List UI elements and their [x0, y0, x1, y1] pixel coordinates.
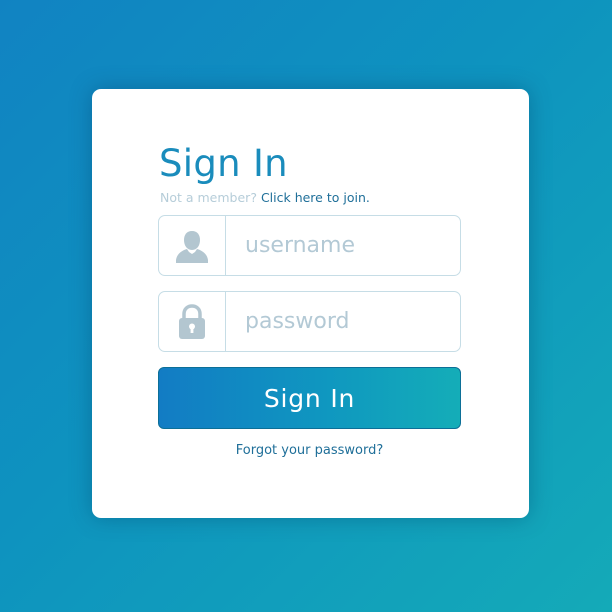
forgot-password-link[interactable]: Forgot your password?	[158, 443, 461, 459]
page-title: Sign In	[159, 142, 288, 185]
password-input[interactable]	[226, 292, 460, 351]
password-field[interactable]	[158, 291, 461, 352]
join-prompt: Not a member?	[160, 190, 257, 205]
lock-icon	[159, 292, 226, 351]
username-input[interactable]	[226, 216, 460, 275]
lock-icon-glyph	[179, 303, 205, 339]
username-field[interactable]	[158, 215, 461, 276]
join-line: Not a member? Click here to join.	[160, 190, 370, 206]
user-icon-glyph	[176, 230, 208, 263]
login-card: Sign In Not a member? Click here to join…	[92, 89, 529, 518]
user-icon	[159, 216, 226, 275]
sign-in-button[interactable]: Sign In	[158, 367, 461, 429]
join-link[interactable]: Click here to join.	[261, 190, 370, 205]
